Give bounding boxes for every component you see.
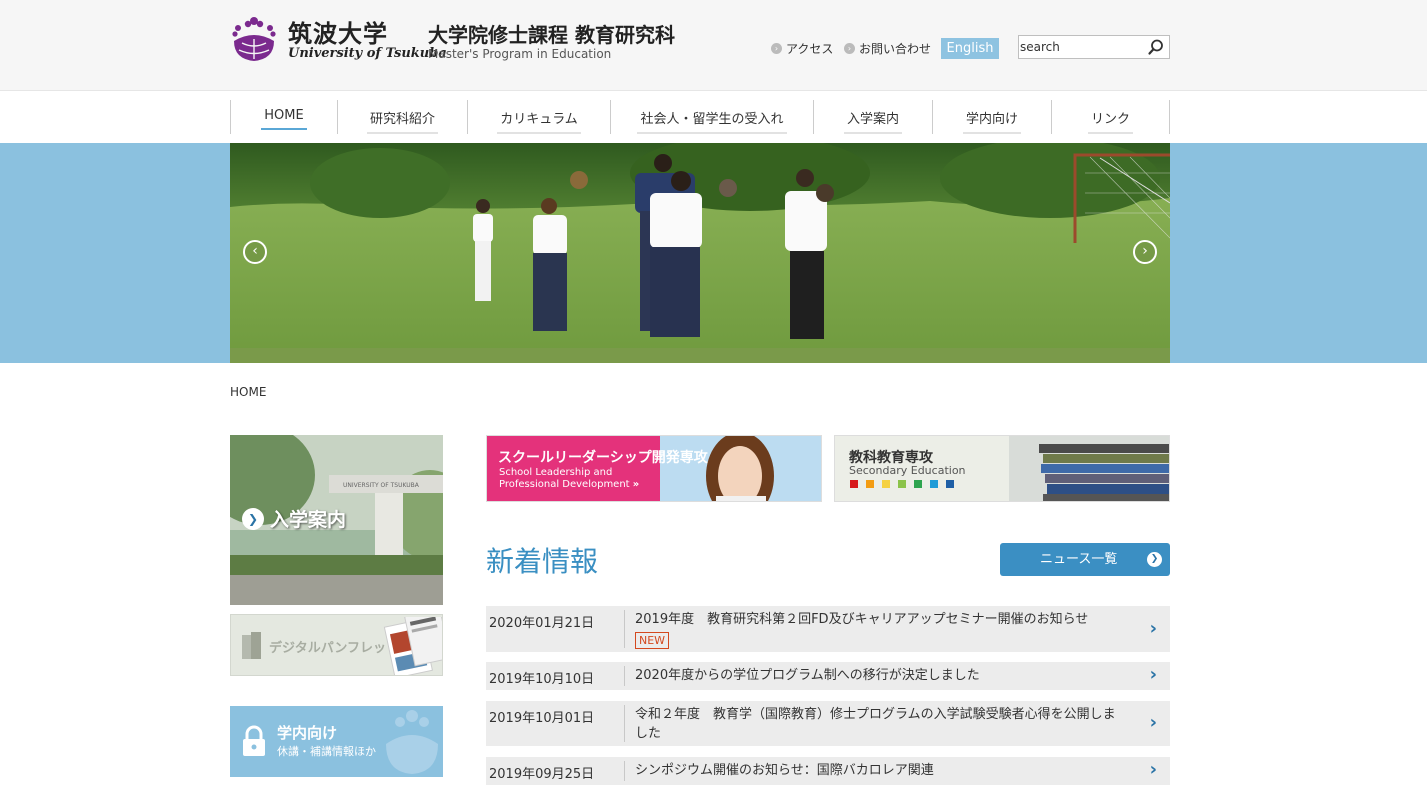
global-nav: HOME 研究科紹介 カリキュラム 社会人・留学生の受入れ 入学案内 学内向け …	[230, 100, 1170, 134]
leadership-banner-title: スクールリーダーシップ開発専攻	[498, 450, 708, 466]
contact-link[interactable]: › お問い合わせ	[844, 40, 931, 57]
news-item[interactable]: 2019年09月25日 シンポジウム開催のお知らせ：国際バカロレア関連 ›	[486, 757, 1170, 785]
news-heading: 新着情報	[486, 545, 599, 578]
nav-item-links[interactable]: リンク	[1051, 100, 1170, 134]
news-date: 2020年01月21日	[489, 616, 595, 631]
side-banner-admissions[interactable]: UNIVERSITY OF TSUKUBA ❯ 入学案内	[230, 435, 443, 605]
nav-item-internal[interactable]: 学内向け	[932, 100, 1051, 134]
program-title-en[interactable]: Master's Program in Education	[428, 47, 611, 61]
chevron-right-icon: ›	[1149, 618, 1157, 639]
gate-sign: UNIVERSITY OF TSUKUBA	[343, 482, 420, 489]
program-title-jp[interactable]: 大学院修士課程 教育研究科	[428, 19, 675, 48]
news-date: 2019年10月01日	[489, 711, 595, 726]
new-badge: NEW	[635, 632, 670, 649]
news-title-text: 2019年度 教育研究科第２回FD及びキャリアアップセミナー開催のお知らせ	[635, 612, 1089, 627]
site-header: 筑波大学 University of Tsukuba 大学院修士課程 教育研究科…	[0, 0, 1427, 91]
nav-item-label: 入学案内	[843, 108, 902, 134]
news-title: 2020年度からの学位プログラム制への移行が決定しました	[635, 668, 980, 683]
hero-prev-button[interactable]: ‹	[243, 240, 267, 264]
news-title: 令和２年度 教育学（国際教育）修士プログラムの入学試験受験者心得を公開しました	[635, 707, 1116, 741]
search-input[interactable]	[1020, 39, 1142, 55]
chevron-right-icon: ›	[1149, 712, 1157, 733]
news-list-button-label: ニュース一覧	[1040, 552, 1118, 567]
chevron-right-icon: ›	[1149, 664, 1157, 685]
nav-item-curriculum[interactable]: カリキュラム	[467, 100, 610, 134]
banner-school-leadership[interactable]: スクールリーダーシップ開発専攻 School Leadership and Pr…	[486, 435, 822, 502]
news-title: 2019年度 教育研究科第２回FD及びキャリアアップセミナー開催のお知らせ NE…	[635, 610, 1125, 650]
university-name-jp[interactable]: 筑波大学	[288, 14, 388, 49]
chevron-right-icon: ›	[844, 43, 855, 54]
contact-link-label: お問い合わせ	[859, 42, 932, 56]
leadership-banner-subtitle-2-text: Professional Development	[499, 479, 630, 490]
books-image	[1009, 436, 1169, 501]
chevron-left-icon: ‹	[252, 243, 258, 259]
color-swatch	[882, 480, 890, 488]
color-swatch	[866, 480, 874, 488]
paulownia-watermark-icon	[386, 710, 438, 774]
university-name-en[interactable]: University of Tsukuba	[288, 46, 447, 61]
internal-banner-subtitle: 休講・補講情報ほか	[277, 745, 376, 758]
chevron-right-icon: ›	[1142, 243, 1148, 259]
english-button[interactable]: English	[941, 38, 999, 59]
nav-item-home[interactable]: HOME	[230, 100, 337, 134]
student-photo	[660, 436, 821, 501]
color-swatch	[914, 480, 922, 488]
divider	[624, 705, 625, 742]
side-banner-pamphlet[interactable]: デジタルパンフレット	[230, 614, 443, 676]
news-item[interactable]: 2020年01月21日 2019年度 教育研究科第２回FD及びキャリアアップセミ…	[486, 606, 1170, 652]
circle-arrow-icon: ❯	[1147, 552, 1162, 567]
news-title: シンポジウム開催のお知らせ：国際バカロレア関連	[635, 763, 934, 778]
pamphlet-preview-image	[383, 617, 442, 675]
secondary-banner-subtitle: Secondary Education	[849, 464, 966, 477]
chevron-right-icon: ›	[771, 43, 782, 54]
admissions-banner-text: 入学案内	[270, 509, 347, 531]
news-list-button[interactable]: ニュース一覧 ❯	[1000, 543, 1170, 576]
chevron-right-icon: ›	[1149, 759, 1157, 780]
hero-photo	[230, 143, 1170, 363]
divider	[624, 666, 625, 686]
circle-arrow-icon: ❯	[242, 507, 264, 530]
divider	[624, 610, 625, 648]
nav-item-about[interactable]: 研究科紹介	[337, 100, 467, 134]
breadcrumb: HOME	[230, 385, 267, 399]
color-swatch	[898, 480, 906, 488]
search-icon[interactable]	[1147, 38, 1165, 56]
news-date: 2019年09月25日	[489, 767, 595, 782]
nav-item-label: 学内向け	[962, 108, 1021, 134]
side-banner-internal[interactable]: 学内向け 休講・補講情報ほか	[230, 706, 443, 777]
leadership-banner-subtitle-2: Professional Development »	[499, 479, 639, 490]
hero-slideshow[interactable]: ‹ ›	[230, 143, 1170, 363]
nav-item-label: 研究科紹介	[366, 108, 438, 134]
search-box	[1018, 35, 1170, 59]
banner-secondary-education[interactable]: 教科教育専攻 Secondary Education	[834, 435, 1170, 502]
color-swatch	[930, 480, 938, 488]
lock-icon	[243, 725, 265, 756]
divider	[624, 761, 625, 781]
news-item[interactable]: 2019年10月01日 令和２年度 教育学（国際教育）修士プログラムの入学試験受…	[486, 701, 1170, 746]
color-swatch	[850, 480, 858, 488]
news-date: 2019年10月10日	[489, 672, 595, 687]
access-link[interactable]: › アクセス	[771, 40, 833, 57]
hero-next-button[interactable]: ›	[1133, 240, 1157, 264]
nav-item-admissions[interactable]: 入学案内	[813, 100, 932, 134]
double-chevron-icon: »	[632, 479, 640, 490]
nav-item-label: リンク	[1087, 108, 1133, 134]
admissions-banner-label: ❯ 入学案内	[242, 505, 346, 532]
nav-item-label: 社会人・留学生の受入れ	[637, 108, 787, 134]
color-swatch	[946, 480, 954, 488]
nav-item-adult-international[interactable]: 社会人・留学生の受入れ	[610, 100, 813, 134]
access-link-label: アクセス	[786, 42, 834, 56]
nav-item-label: カリキュラム	[497, 108, 581, 134]
leadership-banner-photo	[660, 436, 821, 501]
nav-item-label: HOME	[261, 108, 307, 130]
news-item[interactable]: 2019年10月10日 2020年度からの学位プログラム制への移行が決定しました…	[486, 662, 1170, 690]
leadership-banner-subtitle-1: School Leadership and	[499, 467, 613, 478]
book-icon	[242, 632, 261, 659]
internal-banner-title: 学内向け	[277, 724, 338, 742]
paulownia-crest-icon[interactable]	[230, 15, 278, 63]
